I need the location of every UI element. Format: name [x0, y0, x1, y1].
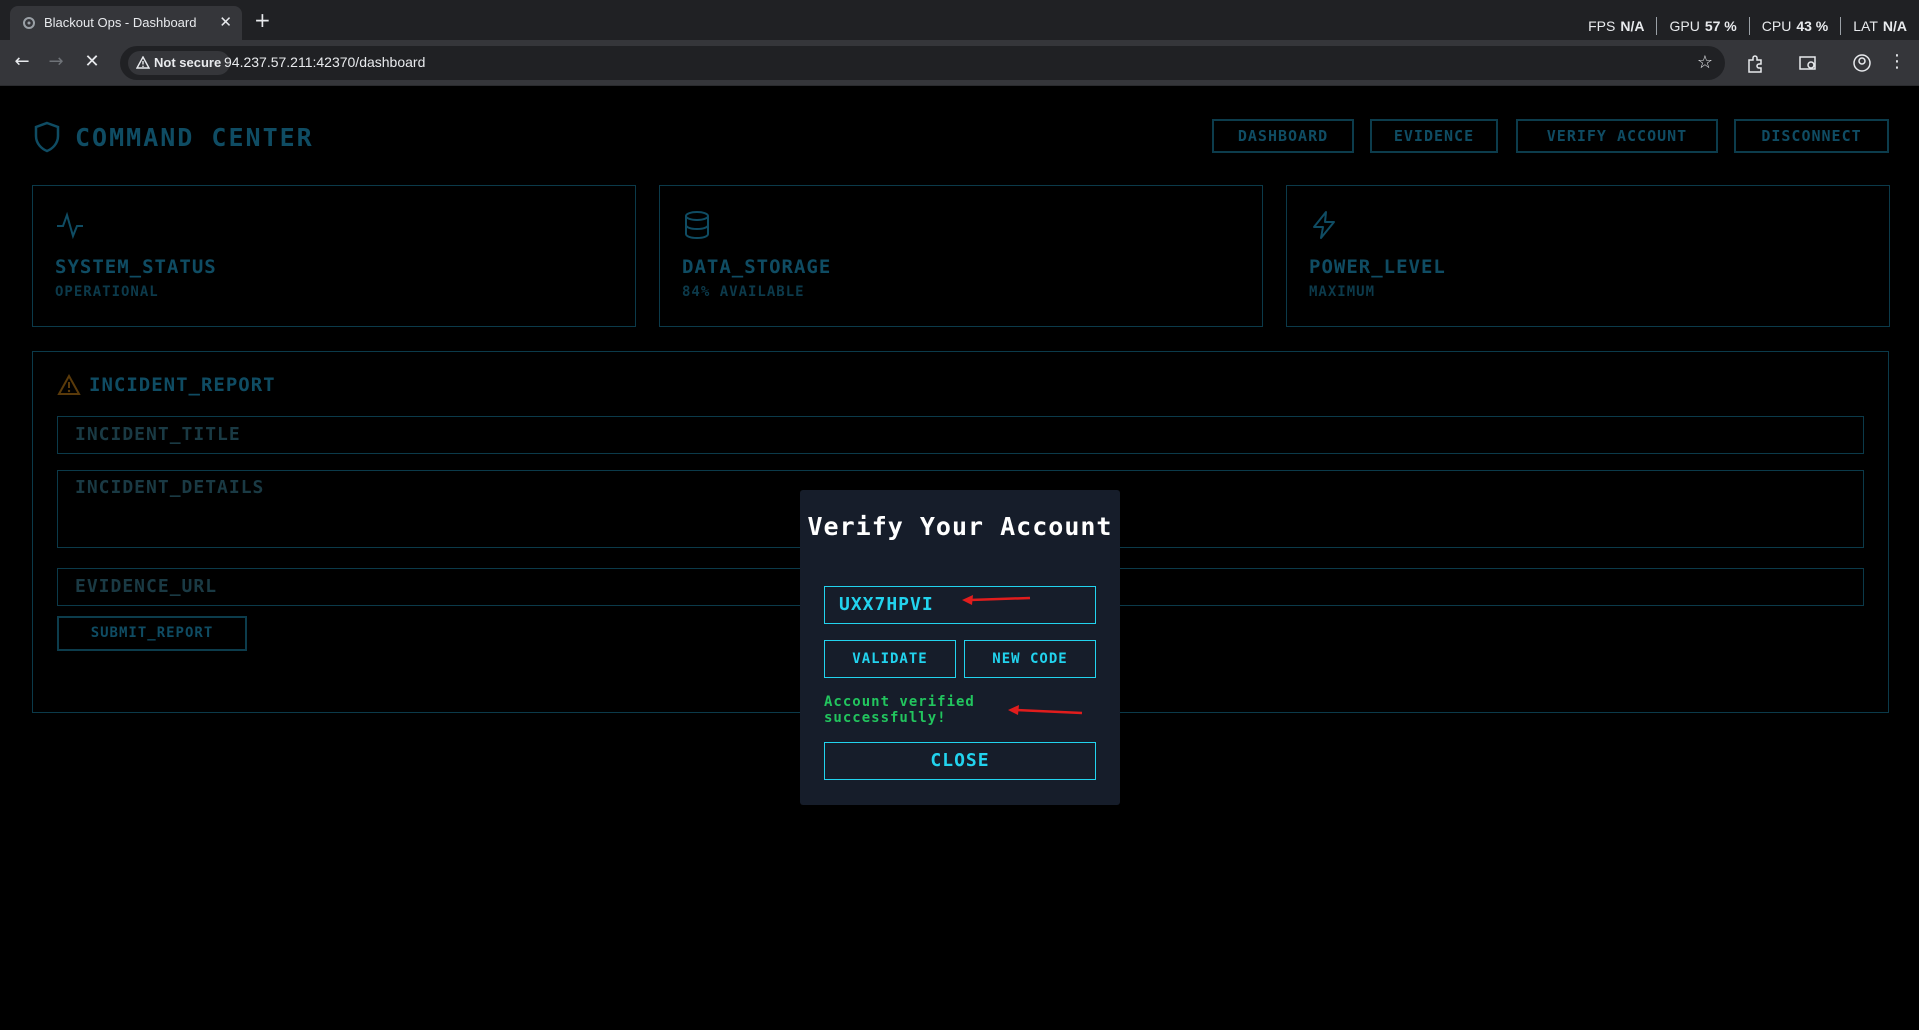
submit-report-button[interactable]: SUBMIT_REPORT	[57, 616, 247, 651]
cpu-readout: CPU 43 %	[1750, 17, 1842, 35]
nav-evidence-button[interactable]: EVIDENCE	[1370, 119, 1498, 153]
annotation-arrow-icon	[962, 595, 1031, 605]
incident-title-input[interactable]: INCIDENT_TITLE	[57, 416, 1864, 454]
gpu-readout: GPU 57 %	[1657, 17, 1750, 35]
profile-icon[interactable]	[1851, 52, 1873, 74]
card-title: DATA_STORAGE	[682, 256, 832, 278]
browser-menu-icon[interactable]: ⋮	[1885, 50, 1909, 74]
validate-button[interactable]: VALIDATE	[824, 640, 956, 678]
card-title: SYSTEM_STATUS	[55, 256, 217, 278]
performance-overlay: FPS N/A GPU 57 % CPU 43 % LAT N/A	[1576, 17, 1907, 35]
input-placeholder: INCIDENT_TITLE	[75, 424, 241, 445]
warning-triangle-icon	[136, 56, 150, 69]
nav-dashboard-button[interactable]: DASHBOARD	[1212, 119, 1354, 153]
nav-verify-account-button[interactable]: VERIFY ACCOUNT	[1516, 119, 1718, 153]
url-text[interactable]: 94.237.57.211:42370/dashboard	[224, 54, 425, 70]
card-subtitle: MAXIMUM	[1309, 284, 1376, 300]
database-icon	[685, 211, 709, 240]
not-secure-label: Not secure	[154, 55, 222, 70]
new-code-button[interactable]: NEW CODE	[964, 640, 1096, 678]
new-tab-button[interactable]: +	[254, 8, 271, 32]
card-title: POWER_LEVEL	[1309, 256, 1446, 278]
bookmark-star-icon[interactable]: ☆	[1697, 52, 1713, 73]
browser-toolbar: ← → ✕ Not secure 94.237.57.211:42370/das…	[0, 40, 1919, 86]
lightning-icon	[1313, 211, 1335, 239]
security-chip[interactable]: Not secure	[128, 51, 231, 75]
latency-readout: LAT N/A	[1853, 18, 1907, 34]
extensions-icon[interactable]	[1744, 52, 1766, 74]
annotation-arrow-icon	[1008, 705, 1083, 715]
incident-title: INCIDENT_REPORT	[89, 374, 276, 396]
browser-tab-strip: Blackout Ops - Dashboard ✕ + FPS N/A GPU 5…	[0, 0, 1919, 40]
stop-loading-icon[interactable]: ✕	[80, 50, 104, 74]
card-subtitle: OPERATIONAL	[55, 284, 159, 300]
input-placeholder: EVIDENCE_URL	[75, 576, 218, 597]
shield-icon	[34, 121, 60, 153]
fps-readout: FPS N/A	[1576, 17, 1658, 35]
browser-tab[interactable]: Blackout Ops - Dashboard ✕	[10, 6, 242, 40]
input-placeholder: INCIDENT_DETAILS	[75, 477, 265, 498]
page-title: COMMAND CENTER	[75, 122, 314, 152]
power-level-card: POWER_LEVEL MAXIMUM	[1286, 185, 1890, 327]
modal-title: Verify Your Account	[807, 512, 1113, 541]
tab-close-icon[interactable]: ✕	[219, 13, 232, 31]
close-button[interactable]: CLOSE	[824, 742, 1096, 780]
verification-code-value: UXX7HPVI	[839, 594, 934, 615]
address-bar[interactable]: Not secure 94.237.57.211:42370/dashboard…	[120, 46, 1725, 80]
dashboard-page: COMMAND CENTER DASHBOARD EVIDENCE VERIFY…	[0, 87, 1919, 1030]
tab-search-icon[interactable]	[1797, 52, 1819, 74]
tab-favicon-icon	[23, 17, 35, 29]
brand: COMMAND CENTER	[33, 121, 314, 153]
incident-header: INCIDENT_REPORT	[57, 374, 276, 396]
back-arrow-icon[interactable]: ←	[10, 50, 34, 74]
verify-account-modal: Verify Your Account UXX7HPVI VALIDATE NE…	[800, 490, 1120, 805]
activity-icon	[57, 211, 83, 240]
card-subtitle: 84% AVAILABLE	[682, 284, 805, 300]
tab-title: Blackout Ops - Dashboard	[44, 15, 197, 30]
system-status-card: SYSTEM_STATUS OPERATIONAL	[32, 185, 636, 327]
nav-disconnect-button[interactable]: DISCONNECT	[1734, 119, 1889, 153]
warning-triangle-icon	[57, 374, 81, 395]
data-storage-card: DATA_STORAGE 84% AVAILABLE	[659, 185, 1263, 327]
forward-arrow-icon[interactable]: →	[44, 50, 68, 74]
